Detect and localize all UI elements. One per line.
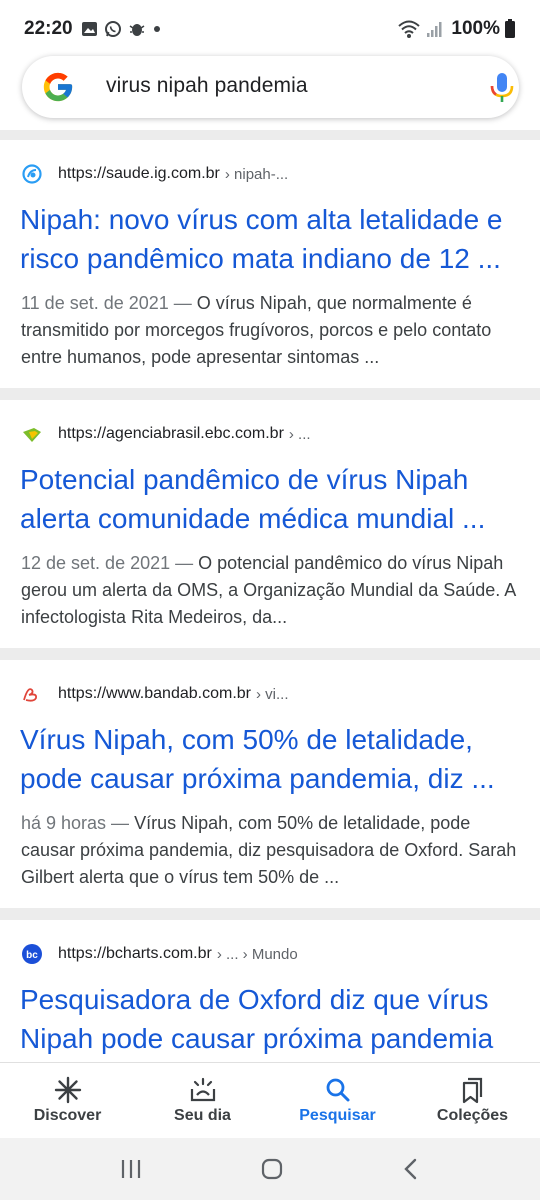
battery-percentage: 100% <box>451 18 500 39</box>
bandab-favicon-icon <box>23 688 38 702</box>
search-icon <box>326 1078 349 1102</box>
result-url: https://saude.ig.com.br <box>58 165 220 182</box>
result-path: › nipah-... <box>224 165 289 183</box>
status-time: 22:20 <box>24 18 73 39</box>
result-source[interactable]: https://www.bandab.com.br › vi... <box>22 680 288 708</box>
result-title-link[interactable]: Vírus Nipah, com 50% de letalidade, pode… <box>20 720 525 798</box>
result-snippet: 11 de set. de 2021 — O vírus Nipah, que … <box>21 290 526 371</box>
nav-discover[interactable]: Discover <box>0 1063 135 1138</box>
result-path: › ... <box>288 425 311 443</box>
whatsapp-icon <box>104 21 121 37</box>
result-url: https://www.bandab.com.br <box>58 685 251 702</box>
result-url: https://bcharts.com.br <box>58 945 212 962</box>
asterisk-icon <box>54 1076 81 1104</box>
result-source[interactable]: https://saude.ig.com.br › nipah-... <box>22 160 288 188</box>
nav-pesquisar[interactable]: Pesquisar <box>270 1063 405 1138</box>
result-date: 11 de set. de 2021 — <box>21 293 192 313</box>
result-url: https://agenciabrasil.ebc.com.br <box>58 425 284 442</box>
nav-pesquisar-label: Pesquisar <box>299 1107 376 1124</box>
wifi-icon <box>398 20 421 38</box>
nav-colecoes[interactable]: Coleções <box>405 1063 540 1138</box>
recent-apps-icon[interactable] <box>119 1158 143 1180</box>
collections-icon <box>462 1077 482 1104</box>
ig-favicon-icon <box>22 164 42 184</box>
google-logo-icon <box>43 72 73 102</box>
bug-icon <box>129 24 145 36</box>
signal-icon <box>427 22 442 37</box>
result-source[interactable]: bc https://bcharts.com.br › ... › Mundo <box>22 940 298 968</box>
result-path: › vi... <box>255 685 289 703</box>
search-header: virus nipah pandemia <box>0 50 540 130</box>
screen: 22:20 100% virus nipah pandemia https://… <box>0 0 540 1200</box>
sunrise-icon <box>190 1077 215 1102</box>
nav-discover-label: Discover <box>33 1107 102 1124</box>
result-title-link[interactable]: Nipah: novo vírus com alta letalidade e … <box>20 200 525 278</box>
result-title-link[interactable]: Pesquisadora de Oxford diz que vírus Nip… <box>20 980 525 1058</box>
result-date: há 9 horas — <box>21 813 130 833</box>
bcharts-favicon-icon: bc <box>22 944 42 964</box>
result-snippet: 12 de set. de 2021 — O potencial pandêmi… <box>21 550 526 631</box>
result-date: 12 de set. de 2021 — <box>21 553 194 573</box>
system-navigation-bar <box>0 1138 540 1200</box>
result-card: https://agenciabrasil.ebc.com.br › ... P… <box>0 400 540 648</box>
nav-colecoes-label: Coleções <box>436 1107 509 1124</box>
search-input[interactable]: virus nipah pandemia <box>106 74 308 98</box>
result-title-link[interactable]: Potencial pandêmico de vírus Nipah alert… <box>20 460 525 538</box>
status-notification-icons <box>81 20 162 38</box>
result-snippet: há 9 horas — Vírus Nipah, com 50% de let… <box>21 810 526 891</box>
agencia-brasil-favicon-icon <box>23 428 41 442</box>
search-box[interactable]: virus nipah pandemia <box>22 56 519 118</box>
battery-icon <box>505 19 515 38</box>
svg-text:bc: bc <box>26 950 38 961</box>
result-source[interactable]: https://agenciabrasil.ebc.com.br › ... <box>22 420 311 448</box>
back-icon[interactable] <box>401 1157 421 1181</box>
result-card: https://saude.ig.com.br › nipah-... Nipa… <box>0 140 540 388</box>
gallery-icon <box>81 22 97 36</box>
status-system-icons: 100% <box>397 18 516 40</box>
dot-icon <box>153 26 160 32</box>
nav-seu-dia[interactable]: Seu dia <box>135 1063 270 1138</box>
result-card: https://www.bandab.com.br › vi... Vírus … <box>0 660 540 908</box>
nav-seu-dia-label: Seu dia <box>174 1107 231 1124</box>
result-path: › ... › Mundo <box>216 945 298 963</box>
bottom-navigation: Discover Seu dia Pesquisar Coleções <box>0 1062 540 1138</box>
home-icon[interactable] <box>260 1157 284 1181</box>
microphone-icon[interactable] <box>489 72 515 104</box>
